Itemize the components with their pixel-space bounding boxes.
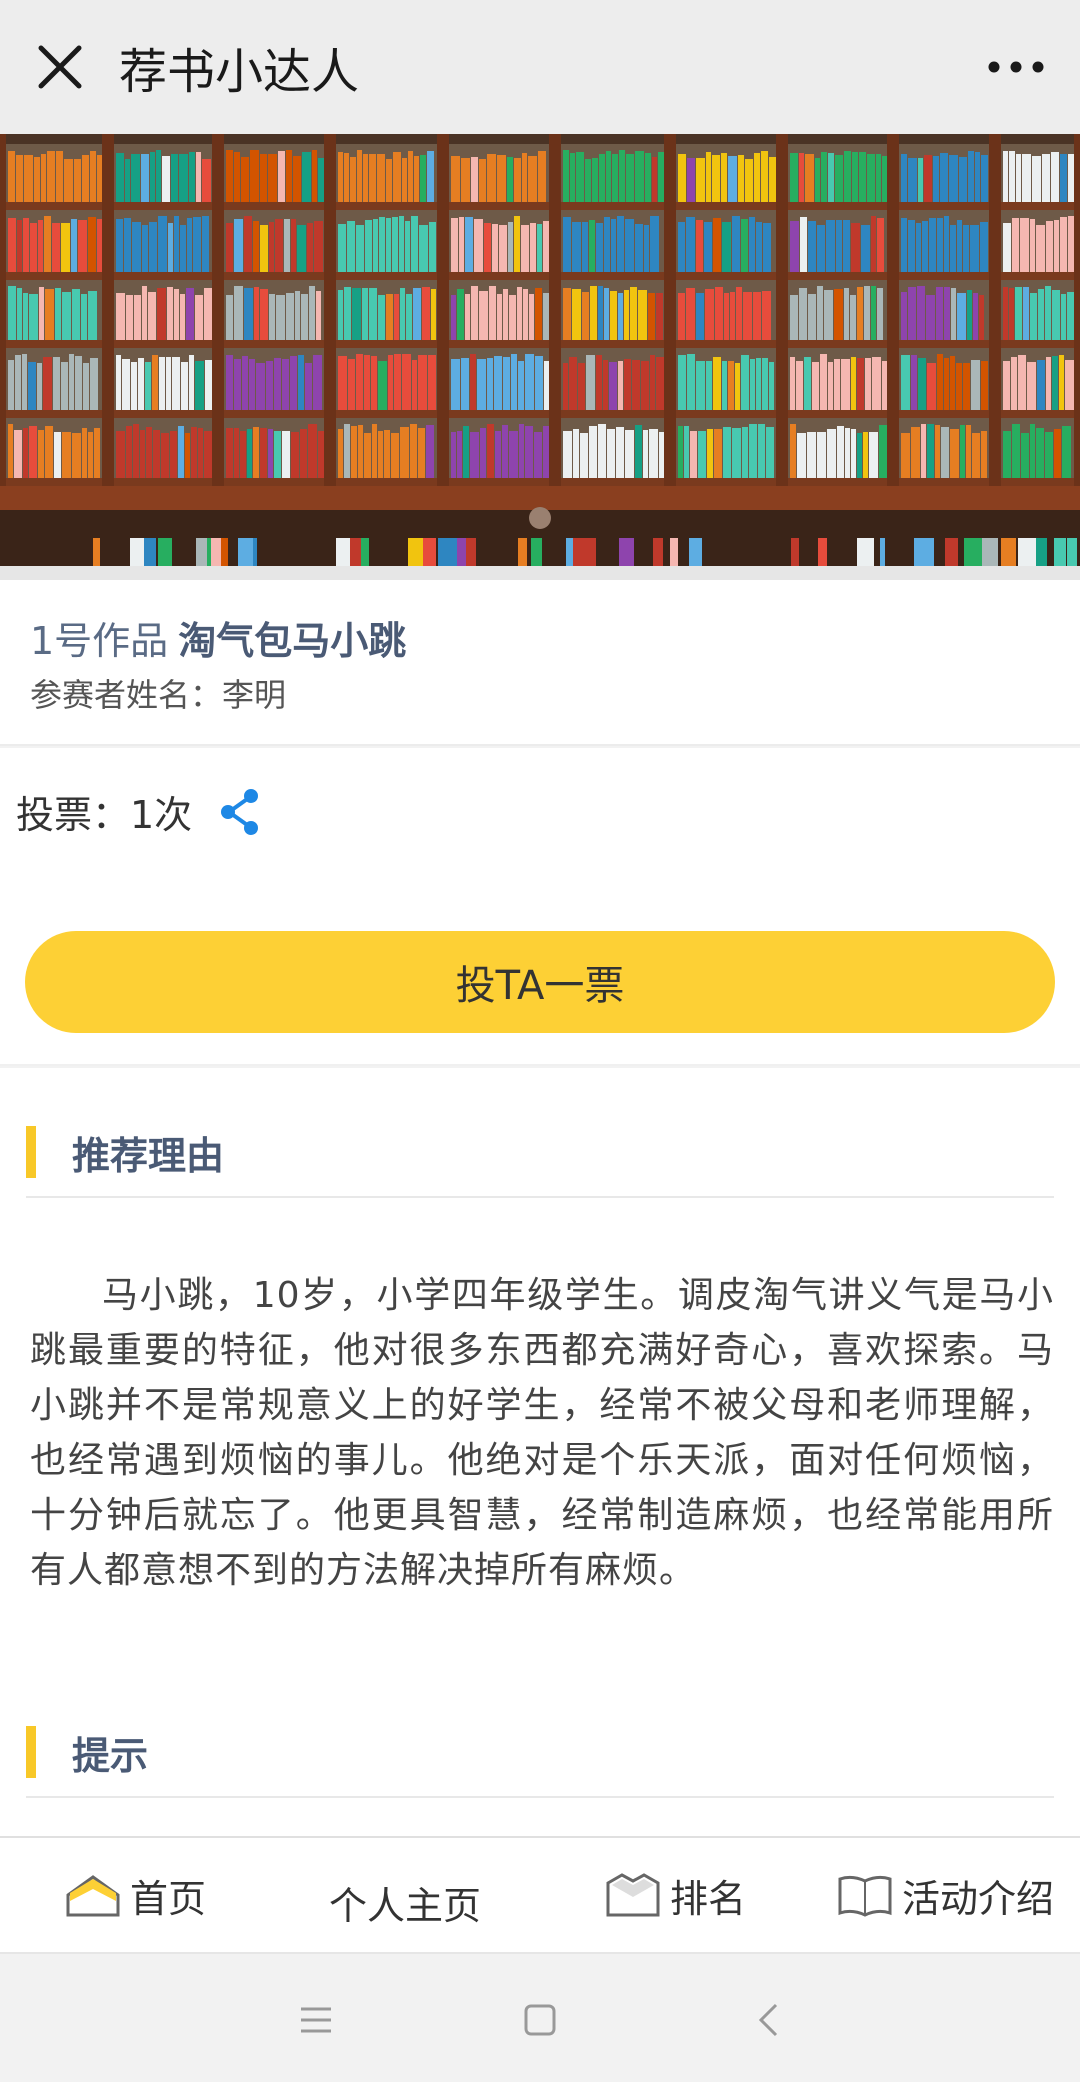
nav-item-home[interactable]: 首页 [0,1838,270,1952]
home-icon [64,1871,122,1919]
ranking-icon [604,1871,662,1919]
recommendation-text: 马小跳，10岁，小学四年级学生。调皮淘气讲义气是马小跳最重要的特征，他对很多东西… [30,1275,1054,1591]
back-icon [758,2003,778,2037]
nav-label-home: 首页 [129,1876,206,1921]
more-button[interactable] [986,37,1046,97]
top-bar: 荐书小达人 [0,0,1080,134]
square-icon [524,2004,556,2036]
nav-item-profile[interactable]: 个人主页 [270,1838,540,1952]
vote-button[interactable]: 投TA一票 [25,931,1055,1033]
recommendation-header: 推荐理由 [26,1108,1054,1198]
more-icon [988,61,1044,73]
home-system-button[interactable] [518,1998,562,2042]
back-button[interactable] [746,1998,790,2042]
nav-label-about: 活动介绍 [901,1876,1054,1921]
vote-panel: 投票：1次 投TA一票 [0,748,1080,1066]
book-icon [836,1871,894,1919]
menu-button[interactable] [294,1998,338,2042]
section-accent-bar [26,1126,36,1178]
section-accent-bar [26,1726,36,1778]
banner-image[interactable] [0,134,1080,566]
close-button[interactable] [30,37,90,97]
nav-label-ranking: 排名 [669,1876,746,1921]
work-name: 淘气包马小跳 [178,619,407,663]
recommendation-section: 推荐理由 马小跳，10岁，小学四年级学生。调皮淘气讲义气是马小跳最重要的特征，他… [0,1068,1080,1838]
tip-header: 提示 [26,1708,1054,1798]
system-nav-bar [0,1952,1080,2082]
work-number: 1号作品 [30,619,169,663]
tip-title: 提示 [72,1733,149,1778]
nav-item-ranking[interactable]: 排名 [540,1838,810,1952]
bottom-nav: 首页 个人主页 排名 活动介绍 [0,1836,1080,1952]
page-title: 荐书小达人 [119,44,360,100]
close-icon [38,45,82,89]
nav-label-profile: 个人主页 [328,1883,481,1928]
work-info: 1号作品 淘气包马小跳 参赛者姓名：李明 [0,580,1080,746]
vote-count: 投票：1次 [16,793,193,837]
participant-name: 参赛者姓名：李明 [30,676,287,714]
vote-count-row: 投票：1次 [16,784,262,839]
menu-icon [301,2007,331,2033]
nav-item-about[interactable]: 活动介绍 [810,1838,1080,1952]
work-title-line: 1号作品 淘气包马小跳 [30,610,406,665]
share-icon[interactable] [218,788,262,836]
bookshelf-image [0,134,1080,566]
banner-divider [0,566,1080,580]
recommendation-title: 推荐理由 [72,1133,225,1178]
